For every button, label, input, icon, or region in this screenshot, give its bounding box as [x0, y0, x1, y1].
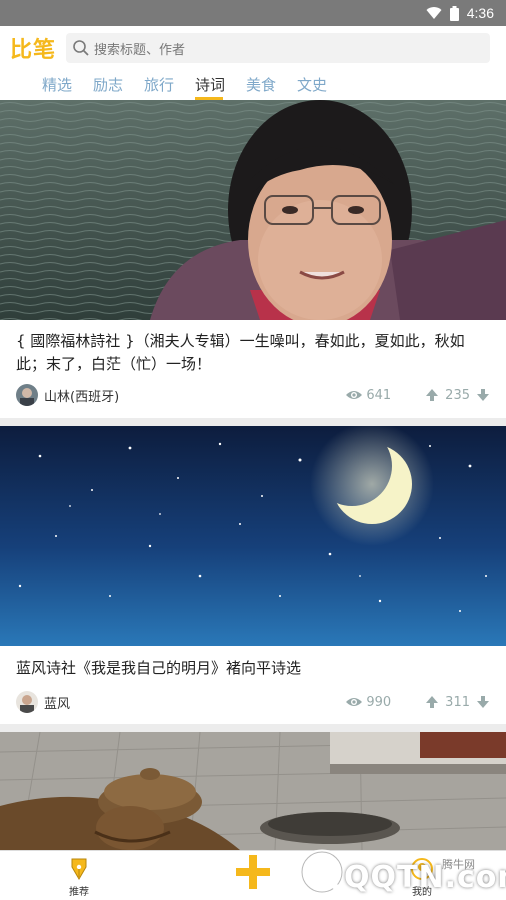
tab-lvxing[interactable]: 旅行 [144, 70, 195, 100]
post-meta: 山林(西班牙) 641 235 [16, 383, 490, 407]
category-tabs: 精选 励志 旅行 诗词 美食 文史 [0, 70, 506, 100]
eye-icon [346, 698, 363, 706]
avatar[interactable] [16, 691, 38, 713]
search-placeholder: 搜索标题、作者 [94, 42, 186, 58]
portrait-photo [0, 100, 506, 320]
post-cover-image[interactable] [0, 426, 506, 646]
user-circle-icon [411, 858, 433, 880]
nav-recommend[interactable]: 推荐 [68, 857, 90, 898]
post-cover-image[interactable] [0, 100, 506, 320]
search-icon [73, 40, 89, 56]
view-count-value: 641 [366, 387, 392, 403]
app-logo: 比笔 [10, 37, 57, 63]
tab-shici[interactable]: 诗词 [195, 70, 246, 100]
vote-count: 311 [445, 694, 470, 710]
battery-icon [449, 5, 459, 21]
pen-nib-icon [71, 858, 87, 880]
tab-lizhi[interactable]: 励志 [93, 70, 144, 100]
upvote-icon[interactable] [425, 388, 439, 402]
post-meta: 蓝风 990 311 [16, 690, 490, 714]
view-count-value: 990 [366, 694, 392, 710]
view-count: 641 [345, 388, 391, 403]
upvote-icon[interactable] [425, 695, 439, 709]
tab-wenshi[interactable]: 文史 [297, 70, 348, 100]
eye-icon [346, 391, 363, 399]
post-title[interactable]: 蓝风诗社《我是我自己的明月》褚向平诗选 [16, 657, 490, 680]
search-input[interactable]: 搜索标题、作者 [66, 33, 490, 63]
status-bar: 4:36 [0, 0, 506, 26]
bottom-nav: 推荐 我的 [0, 850, 506, 900]
app-header: 比笔 搜索标题、作者 [0, 26, 506, 70]
plus-icon [236, 855, 270, 889]
app-root: 4:36 比笔 搜索标题、作者 精选 励志 旅行 诗词 美食 文史 {國際福林… [0, 0, 506, 900]
author-name[interactable]: 蓝风 [44, 693, 345, 712]
create-post-button[interactable] [234, 853, 272, 891]
vote-count: 235 [445, 387, 470, 403]
nav-mine-label: 我的 [412, 887, 432, 898]
post-card[interactable]: { 國際福林詩社 }（湘夫人专辑）一生噪叫，春如此，夏如此，秋如此；末了，白茫（… [0, 100, 506, 418]
wifi-icon [426, 7, 442, 20]
view-count: 990 [345, 695, 391, 710]
post-card[interactable]: 蓝风诗社《我是我自己的明月》褚向平诗选 蓝风 990 311 [0, 426, 506, 724]
tab-meishi[interactable]: 美食 [246, 70, 297, 100]
downvote-icon[interactable] [476, 388, 490, 402]
nav-recommend-label: 推荐 [69, 887, 89, 898]
vote-widget: 235 [425, 388, 490, 403]
nav-mine[interactable]: 我的 [410, 857, 434, 898]
tab-jingxuan[interactable]: 精选 [42, 70, 93, 100]
bronze-statue-photo [0, 732, 506, 850]
post-card[interactable] [0, 732, 506, 850]
post-cover-image[interactable] [0, 732, 506, 850]
post-title[interactable]: { 國際福林詩社 }（湘夫人专辑）一生噪叫，春如此，夏如此，秋如此；末了，白茫（… [16, 330, 490, 376]
night-sky-photo [0, 426, 506, 646]
author-name[interactable]: 山林(西班牙) [44, 386, 345, 405]
vote-widget: 311 [425, 695, 490, 710]
status-time: 4:36 [466, 5, 494, 21]
avatar[interactable] [16, 384, 38, 406]
downvote-icon[interactable] [476, 695, 490, 709]
